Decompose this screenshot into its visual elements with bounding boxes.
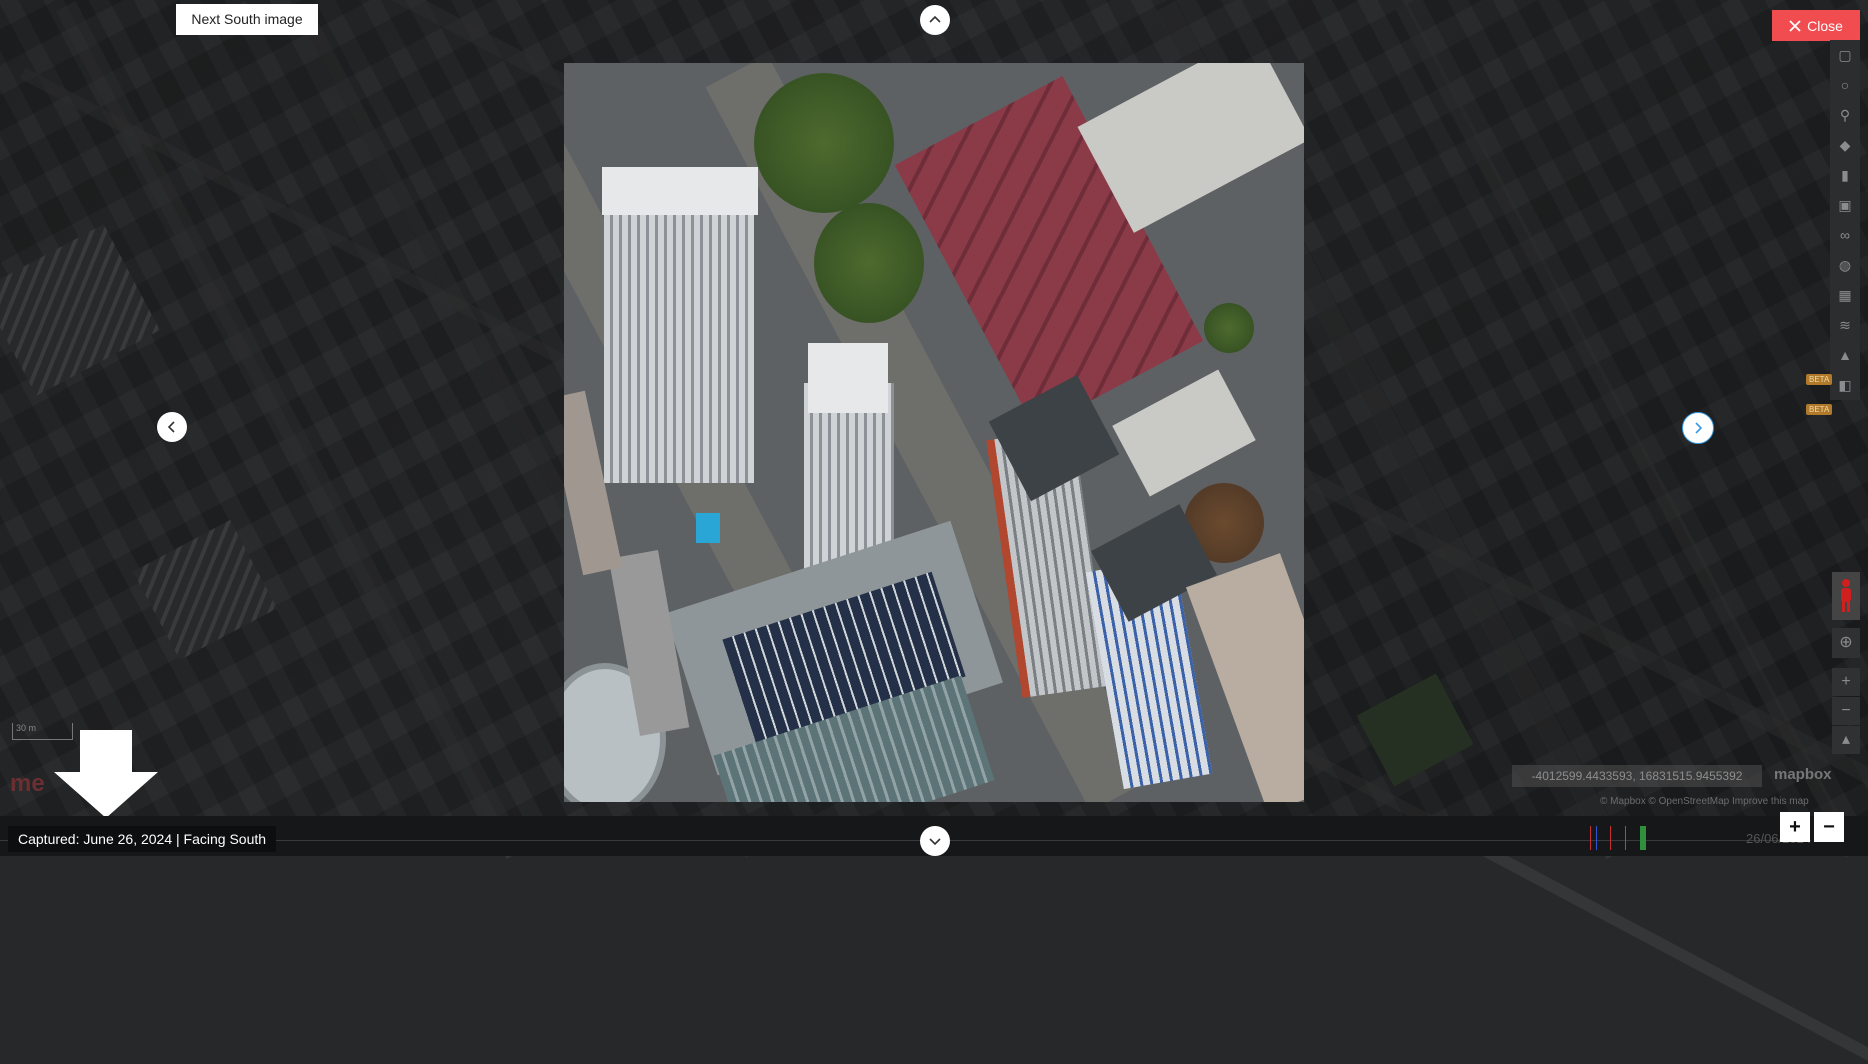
crosshair-icon: ⊕ [1839,634,1853,651]
mapbox-logo: mapbox [1774,766,1832,783]
tag-icon[interactable]: ◆ [1830,130,1860,160]
navigate-right-button[interactable] [1682,412,1714,444]
camera-icon[interactable]: ▣ [1830,190,1860,220]
chevron-right-icon [1695,422,1703,434]
beta-badge: BETA [1806,404,1833,415]
timeline-marker[interactable] [1610,826,1611,850]
grid-icon[interactable]: ▦ [1830,280,1860,310]
timeline-zoom-in-button[interactable]: + [1780,812,1810,842]
map-zoom-out-button[interactable]: − [1832,697,1860,725]
aerial-photo [564,63,1304,802]
timeline-marker[interactable] [1640,826,1646,850]
navigate-left-button[interactable] [157,412,187,442]
layers-icon[interactable]: ≋ [1830,310,1860,340]
circle-icon[interactable]: ○ [1830,70,1860,100]
facing-direction-arrow-icon [54,730,158,818]
map-zoom-in-button[interactable]: + [1832,668,1860,696]
globe-icon[interactable]: ◍ [1830,250,1860,280]
trash-icon[interactable]: ▮ [1830,160,1860,190]
street-view-pegman[interactable] [1832,572,1860,620]
cube-icon[interactable]: ◧ [1830,370,1860,400]
pegman-icon [1841,579,1851,612]
square-icon[interactable]: ▢ [1830,40,1860,70]
pin-icon[interactable]: ⚲ [1830,100,1860,130]
close-icon [1789,19,1801,32]
map-toolbar: ▢ ○ ⚲ ◆ ▮ ▣ ∞ ◍ ▦ ≋ ▲ ◧ [1830,40,1860,400]
app-logo: me [10,770,45,797]
timeline-marker[interactable] [1590,826,1591,850]
navigate-up-button[interactable] [920,5,950,35]
chevron-left-icon [167,421,175,433]
chevron-up-icon [929,15,941,23]
timeline-marker[interactable] [1625,826,1626,850]
close-label: Close [1807,17,1843,34]
compass-icon: ▴ [1841,731,1851,748]
locate-button[interactable]: ⊕ [1832,628,1860,658]
map-attribution[interactable]: © Mapbox © OpenStreetMap Improve this ma… [1600,796,1809,807]
timeline-zoom-out-button[interactable]: − [1814,812,1844,842]
close-button[interactable]: Close [1772,10,1860,41]
coordinates-readout: -4012599.4433593, 16831515.9455392 [1512,765,1762,787]
beta-badge: BETA [1806,374,1833,385]
next-south-tooltip: Next South image [176,4,318,35]
compass-button[interactable]: ▴ [1832,726,1860,754]
binoculars-icon[interactable]: ∞ [1830,220,1860,250]
chevron-down-icon [929,838,941,846]
terrain-icon[interactable]: ▲ [1830,340,1860,370]
capture-info: Captured: June 26, 2024 | Facing South [8,826,277,852]
navigate-down-button[interactable] [920,826,950,856]
timeline-marker[interactable] [1596,826,1597,850]
